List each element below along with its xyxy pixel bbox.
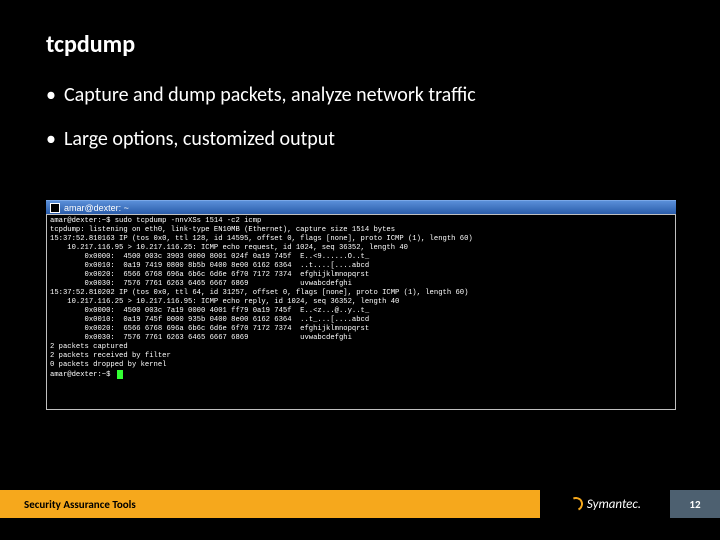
term-line: 10.217.116.95 > 10.217.116.25: ICMP echo… [50, 244, 408, 252]
brand-name: Symantec. [587, 497, 641, 512]
term-line: 0x0010: 0a19 7419 0800 8b5b 0400 8e00 61… [50, 262, 369, 270]
term-line: 0x0020: 6566 6768 696a 6b6c 6d6e 6f70 71… [50, 271, 369, 279]
term-line: 2 packets captured [50, 343, 128, 351]
slide-title: tcpdump [46, 30, 135, 59]
term-line: 15:37:52.810202 IP (tos 0x0, ttl 64, id … [50, 289, 468, 297]
footer-title: Security Assurance Tools [0, 490, 540, 518]
terminal-icon [50, 203, 60, 213]
logo-swoosh-icon [567, 495, 585, 513]
term-line: 0 packets dropped by kernel [50, 361, 166, 369]
brand-logo: Symantec. [540, 490, 670, 518]
term-line: 15:37:52.810163 IP (tos 0x0, ttl 128, id… [50, 235, 473, 243]
bullet-list: Capture and dump packets, analyze networ… [46, 82, 680, 170]
term-line: 0x0030: 7576 7761 6263 6465 6667 6869 uv… [50, 280, 352, 288]
term-line: amar@dexter:~$ [50, 371, 115, 379]
bullet-item: Capture and dump packets, analyze networ… [46, 82, 680, 108]
term-line: tcpdump: listening on eth0, link-type EN… [50, 226, 395, 234]
terminal-body: amar@dexter:~$ sudo tcpdump -nnvXSs 1514… [46, 214, 676, 410]
term-line: 0x0010: 0a19 745f 0000 935b 0400 8e00 61… [50, 316, 369, 324]
term-line: 0x0020: 6566 6768 696a 6b6c 6d6e 6f70 71… [50, 325, 369, 333]
term-line: amar@dexter:~$ sudo tcpdump -nnvXSs 1514… [50, 217, 261, 225]
terminal-title: amar@dexter: ~ [64, 203, 129, 213]
page-number: 12 [670, 490, 720, 518]
slide-footer: Security Assurance Tools Symantec. 12 [0, 490, 720, 518]
term-line: 0x0030: 7576 7761 6263 6465 6667 6869 uv… [50, 334, 352, 342]
terminal-window: amar@dexter: ~ amar@dexter:~$ sudo tcpdu… [46, 200, 676, 410]
bullet-item: Large options, customized output [46, 126, 680, 152]
term-line: 0x0000: 4500 003c 3903 0000 8001 024f 0a… [50, 253, 369, 261]
term-line: 2 packets received by filter [50, 352, 171, 360]
cursor-icon [117, 370, 123, 379]
term-line: 10.217.116.25 > 10.217.116.95: ICMP echo… [50, 298, 399, 306]
terminal-titlebar: amar@dexter: ~ [46, 200, 676, 214]
term-line: 0x0000: 4500 003c 7a19 0000 4001 ff79 0a… [50, 307, 369, 315]
